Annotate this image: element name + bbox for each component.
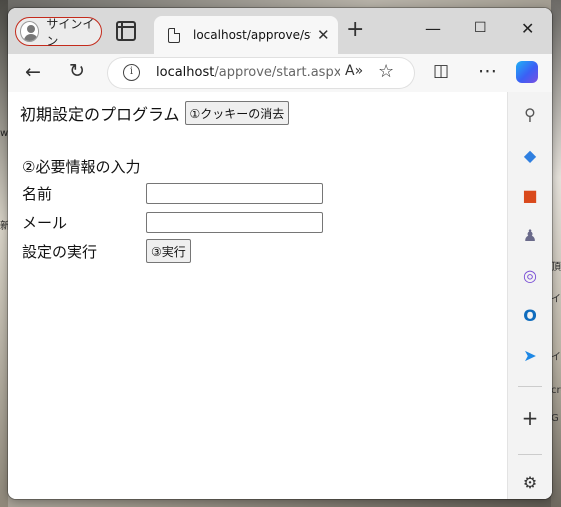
read-aloud-icon[interactable]: A» [345,63,363,79]
url-text[interactable]: localhost/approve/start.aspx [156,65,340,80]
office-icon[interactable]: ◎ [520,265,540,285]
desktop-wallpaper-left: w 新 [0,0,10,507]
new-tab-button[interactable]: + [346,17,364,42]
tab-actions-icon[interactable] [116,21,136,41]
clear-cookie-button[interactable]: ①クッキーの消去 [184,101,290,125]
refresh-button[interactable]: ↻ [69,60,85,82]
section-title: ②必要情報の入力 [22,158,141,176]
name-input[interactable] [146,183,323,204]
back-button[interactable]: ← [25,61,41,83]
tab-title: localhost/approve/start.aspx [193,28,311,42]
tab-strip: サインイン localhost/approve/start.aspx ✕ + —… [8,8,552,54]
site-info-icon[interactable]: i [123,64,140,81]
browser-window: サインイン localhost/approve/start.aspx ✕ + —… [8,8,552,499]
sidebar-divider [518,454,542,455]
sidebar-divider [518,386,542,387]
split-screen-icon[interactable]: ◫ [433,61,449,81]
page-title: 初期設定のプログラム [20,105,180,124]
mail-input[interactable] [146,212,323,233]
page-icon [168,27,180,43]
mail-row: メール [22,212,323,233]
wallpaper-text-fragment: cro [551,385,561,396]
mail-label: メール [22,214,68,232]
tab-active[interactable]: localhost/approve/start.aspx ✕ [154,16,338,54]
name-label: 名前 [22,185,53,203]
wallpaper-text-fragment: w [0,128,9,139]
edge-sidebar: ⚲ ◆ ■ ♟ ◎ O ➤ + ⚙ [508,92,552,499]
tag-icon[interactable]: ◆ [520,145,540,165]
add-sidebar-app-button[interactable]: + [520,406,540,430]
signin-label: サインイン [46,16,95,48]
wallpaper-text-fragment: イ [551,294,561,305]
minimize-button[interactable]: — [425,19,441,38]
wallpaper-text-fragment: G [551,413,559,424]
page-content: 初期設定のプログラム ①クッキーの消去 ②必要情報の入力 名前 メール 設定の実… [8,92,508,499]
run-button[interactable]: ③実行 [146,239,191,263]
wallpaper-text-fragment: イ [551,352,561,363]
signin-button[interactable]: サインイン [15,16,102,48]
heading-row: 初期設定のプログラム ①クッキーの消去 [20,101,290,125]
send-icon[interactable]: ➤ [520,345,540,365]
gear-icon[interactable]: ⚙ [520,472,540,492]
favorite-star-icon[interactable]: ☆ [378,61,394,82]
url-path: /approve/start.aspx [214,65,340,80]
run-row: 設定の実行 ③実行 [22,239,191,263]
person-icon[interactable]: ♟ [520,225,540,245]
more-menu-icon[interactable]: ⋯ [478,60,497,82]
close-button[interactable]: ✕ [521,19,534,38]
copilot-icon[interactable] [516,61,538,83]
maximize-button[interactable]: ☐ [474,20,487,36]
search-icon[interactable]: ⚲ [520,104,540,124]
url-host: localhost [156,65,215,80]
name-row: 名前 [22,183,323,204]
address-bar[interactable]: i localhost/approve/start.aspx A» ☆ [108,58,414,88]
wallpaper-text-fragment: 頂 [551,262,561,273]
tab-close-icon[interactable]: ✕ [317,26,330,44]
desktop-wallpaper-right: 頂 イ イ cro G [551,0,561,507]
run-label: 設定の実行 [22,242,98,261]
outlook-icon[interactable]: O [520,305,540,325]
toolbar: ← ↻ i localhost/approve/start.aspx A» ☆ … [8,54,552,92]
avatar-icon [20,21,40,42]
toolbox-icon[interactable]: ■ [520,185,540,205]
